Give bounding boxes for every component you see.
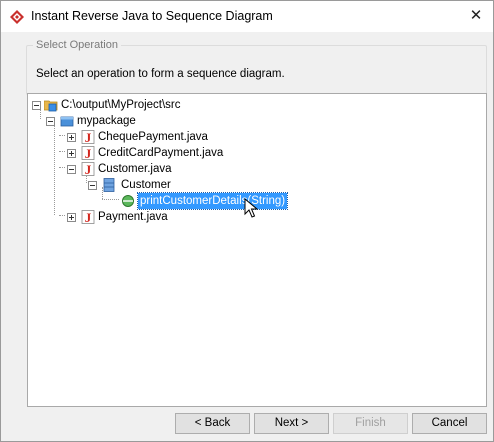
back-button[interactable]: < Back — [175, 413, 250, 434]
close-button[interactable]: ✕ — [459, 1, 493, 32]
mouse-pointer-icon — [244, 198, 259, 218]
finish-button[interactable]: Finish — [333, 413, 408, 434]
svg-text:J: J — [85, 162, 92, 176]
tree-node-root[interactable]: C:\output\MyProject\src — [28, 97, 228, 113]
tree-node-label: Customer.java — [98, 163, 172, 175]
tree-node-label: mypackage — [77, 115, 136, 127]
expand-toggle[interactable] — [67, 133, 76, 142]
reverse-dialog: Instant Reverse Java to Sequence Diagram… — [0, 0, 494, 442]
tree-node-label: printCustomerDetails(String) — [136, 192, 289, 210]
tree-node-file[interactable]: J Customer.java — [28, 161, 228, 177]
tree-node-class[interactable]: Customer — [28, 177, 228, 193]
package-icon — [60, 116, 74, 127]
instruction-text: Select an operation to form a sequence d… — [36, 68, 285, 80]
tree-node-operation[interactable]: printCustomerDetails(String) — [28, 192, 328, 210]
collapse-toggle[interactable] — [88, 181, 97, 190]
tree-node-label: CreditCardPayment.java — [98, 147, 224, 159]
tree-node-file[interactable]: J CreditCardPayment.java — [28, 145, 228, 161]
collapse-toggle[interactable] — [32, 101, 41, 110]
tree-node-label: ChequePayment.java — [98, 131, 208, 143]
select-operation-group: Select Operation Select an operation to … — [26, 38, 487, 95]
expand-toggle[interactable] — [67, 213, 76, 222]
svg-text:J: J — [85, 210, 92, 224]
title-bar: Instant Reverse Java to Sequence Diagram… — [1, 1, 493, 32]
collapse-toggle[interactable] — [46, 117, 55, 126]
svg-text:J: J — [85, 130, 92, 144]
source-folder-icon — [44, 100, 58, 112]
svg-text:J: J — [85, 146, 92, 160]
expand-toggle[interactable] — [67, 149, 76, 158]
window-title: Instant Reverse Java to Sequence Diagram — [31, 9, 273, 23]
operation-tree[interactable]: C:\output\MyProject\src mypackage J Cheq… — [27, 93, 487, 407]
tree-node-label: Payment.java — [98, 211, 168, 223]
tree-node-label: Customer — [121, 179, 171, 191]
tree-node-file[interactable]: J Payment.java — [28, 209, 228, 225]
java-file-icon: J — [81, 210, 95, 224]
tree-node-file[interactable]: J ChequePayment.java — [28, 129, 228, 145]
app-logo-icon — [10, 10, 24, 24]
tree-node-label: C:\output\MyProject\src — [61, 99, 181, 111]
group-legend: Select Operation — [33, 38, 121, 52]
operation-icon — [122, 195, 134, 207]
class-icon — [103, 178, 115, 192]
cancel-button[interactable]: Cancel — [412, 413, 487, 434]
collapse-toggle[interactable] — [67, 165, 76, 174]
java-file-icon: J — [81, 162, 95, 176]
tree-node-package[interactable]: mypackage — [28, 113, 228, 129]
close-icon: ✕ — [469, 7, 483, 24]
next-button[interactable]: Next > — [254, 413, 329, 434]
java-file-icon: J — [81, 130, 95, 144]
java-file-icon: J — [81, 146, 95, 160]
